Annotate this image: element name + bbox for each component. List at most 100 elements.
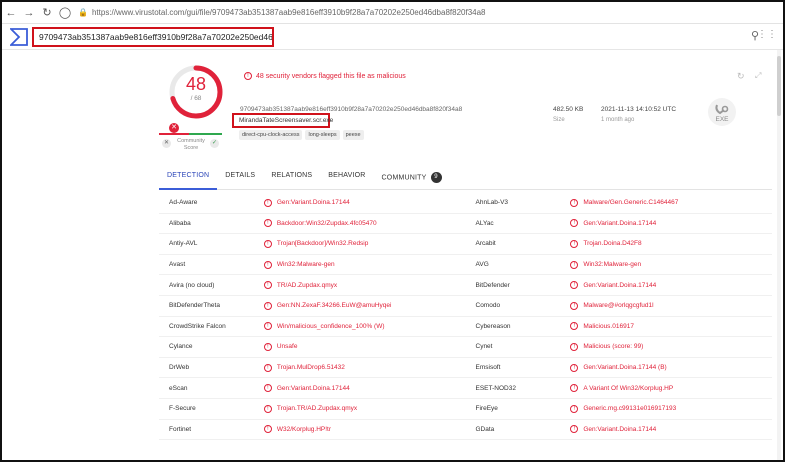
tag[interactable]: peexe <box>342 130 364 140</box>
file-tags: direct-cpu-clock-access long-sleeps peex… <box>239 130 364 140</box>
detection-result: ! Trojan.Doina.D42F8 <box>570 239 772 248</box>
vendor-name: FireEye <box>475 405 498 413</box>
report-tabs: DETECTION DETAILS RELATIONS BEHAVIOR COM… <box>159 162 772 190</box>
detection-result: ! W32/Korplug.HP!tr <box>263 425 466 434</box>
vendor-name: F-Secure <box>169 405 196 413</box>
vendor-name: Ad-Aware <box>169 199 198 207</box>
detection-label: Backdoor:Win32/Zupdax.4fc05470 <box>276 219 377 227</box>
vendor-name: GData <box>475 425 495 433</box>
alert-icon: ! <box>570 198 579 207</box>
detection-label: Gen:Variant.Doina.17144 <box>583 281 657 289</box>
tab-relations[interactable]: RELATIONS <box>263 162 320 190</box>
reload-icon[interactable]: ↻ <box>38 6 56 19</box>
detection-label: Trojan[Backdoor]/Win32.Redsip <box>276 240 369 248</box>
detection-label: Generic.mg.c99131e016917193 <box>583 405 677 413</box>
table-row: Alibaba! Backdoor:Win32/Zupdax.4fc05470 AL… <box>159 214 772 235</box>
detection-result: ! Gen:Variant.Doina.17144 <box>263 384 466 393</box>
detection-result: ! Gen:Variant.Doina.17144 (B) <box>570 363 772 372</box>
vendor-name: Fortinet <box>169 425 192 433</box>
similar-files-icon[interactable]: ⤢ <box>755 71 761 81</box>
alert-icon: ! <box>570 342 579 351</box>
community-count-badge: 9 <box>430 172 442 183</box>
shield-icon: ◯ <box>58 7 72 19</box>
table-row: Cylance! Unsafe Cynet! Malicious (score: 99… <box>159 337 772 358</box>
detection-label: TR/AD.Zupdax.qmyx <box>276 281 338 289</box>
detection-result: ! Gen:NN.ZexaF.34266.EuW@amuHyqei <box>263 301 466 310</box>
alert-icon: ! <box>570 425 579 434</box>
detection-result: ! Gen:Variant.Doina.17144 <box>570 281 772 290</box>
vendor-name: BitDefender <box>475 281 510 289</box>
virustotal-logo-icon[interactable] <box>10 28 28 46</box>
alert-icon: ! <box>263 301 272 310</box>
address-bar[interactable]: 🔒 https://www.virustotal.com/gui/file/97… <box>78 8 485 17</box>
alert-icon: ! <box>263 260 272 269</box>
tab-behavior[interactable]: BEHAVIOR <box>320 162 373 190</box>
tab-details[interactable]: DETAILS <box>217 162 263 190</box>
detection-label: A Variant Of Win32/Korplug.HP <box>583 384 674 392</box>
back-icon[interactable]: ← <box>2 7 20 19</box>
file-name: MirandaTateScreensaver.scr.exe <box>232 113 333 128</box>
detection-label: Win/malicious_confidence_100% (W) <box>276 322 385 330</box>
detection-result: ! Gen:Variant.Doina.17144 <box>263 198 466 207</box>
analysis-age: 1 month ago <box>601 117 635 123</box>
detection-result: ! TR/AD.Zupdax.qmyx <box>263 281 466 290</box>
vendor-name: DrWeb <box>169 364 190 372</box>
alert-icon: ! <box>263 239 272 248</box>
reanalyze-icon[interactable]: ↻ <box>737 71 745 82</box>
detection-result: ! Backdoor:Win32/Zupdax.4fc05470 <box>263 219 466 228</box>
alert-text: 48 security vendors flagged this file as… <box>256 72 406 80</box>
alert-icon: ! <box>570 260 579 269</box>
alert-icon: ! <box>263 404 272 413</box>
exe-file-icon <box>708 98 736 126</box>
vote-harmless-icon[interactable]: ✓ <box>210 139 219 148</box>
file-type-label: EXE <box>715 116 729 123</box>
warning-icon: ! <box>244 72 252 80</box>
table-row: Avast! Win32:Malware-gen AVG! Win32:Malware… <box>159 255 772 276</box>
table-row: eScan! Gen:Variant.Doina.17144 ESET-NOD32!… <box>159 378 772 399</box>
detection-label: Trojan.MulDrop6.51432 <box>276 364 345 372</box>
vendor-name: Cybereason <box>475 322 511 330</box>
vendor-name: Emsisoft <box>475 364 501 372</box>
detection-result: ! Win/malicious_confidence_100% (W) <box>263 322 466 331</box>
lock-icon: 🔒 <box>78 8 88 17</box>
detection-result: ! Trojan.TR/AD.Zupdax.qmyx <box>263 404 466 413</box>
detection-result: ! Generic.mg.c99131e016917193 <box>570 404 772 413</box>
detection-result: ! Malware/Gen.Generic.C1464467 <box>570 198 772 207</box>
detection-result: ! Unsafe <box>263 342 466 351</box>
address-text: https://www.virustotal.com/gui/file/9709… <box>91 8 486 17</box>
alert-icon: ! <box>263 363 272 372</box>
detection-table: Ad-Aware! Gen:Variant.Doina.17144 AhnLab-V… <box>159 193 772 441</box>
table-row: Avira (no cloud)! TR/AD.Zupdax.qmyx BitDef… <box>159 275 772 296</box>
tab-detection[interactable]: DETECTION <box>159 162 218 190</box>
alert-icon: ! <box>263 198 272 207</box>
community-score-bar <box>159 133 222 135</box>
table-row: Fortinet! W32/Korplug.HP!tr GData! Gen:Vari… <box>159 420 772 441</box>
file-size-label: Size <box>553 117 565 123</box>
alert-icon: ! <box>263 342 272 351</box>
forward-icon[interactable]: → <box>20 7 38 19</box>
vote-malicious-icon[interactable]: ✕ <box>162 139 171 148</box>
table-row: CrowdStrike Falcon! Win/malicious_confide… <box>159 317 772 338</box>
analysis-date: 2021-11-13 14:10:52 UTC <box>601 106 677 113</box>
malicious-alert: ! 48 security vendors flagged this file … <box>244 72 406 80</box>
detection-count: 48 <box>185 74 207 94</box>
tag[interactable]: long-sleeps <box>305 130 340 140</box>
vendor-name: BitDefenderTheta <box>169 302 220 310</box>
tab-community[interactable]: COMMUNITY 9 <box>374 162 450 190</box>
alert-icon: ! <box>263 425 272 434</box>
scrollbar-thumb[interactable] <box>777 56 781 116</box>
tag[interactable]: direct-cpu-clock-access <box>239 130 303 140</box>
alert-icon: ! <box>570 219 579 228</box>
vendor-name: Antiy-AVL <box>169 240 198 248</box>
detection-label: Malicious (score: 99) <box>583 343 644 351</box>
vendor-name: ALYac <box>475 219 494 227</box>
vendor-name: ESET-NOD32 <box>475 384 516 392</box>
apps-grid-icon[interactable]: ⋮⋮ <box>757 29 777 40</box>
detection-label: Gen:Variant.Doina.17144 <box>583 219 657 227</box>
vendor-name: Cynet <box>475 343 493 351</box>
search-input[interactable]: 9709473ab351387aab9e816eff3910b9f28a7a70… <box>32 27 274 47</box>
detection-result: ! Malicious.016917 <box>570 322 772 331</box>
detection-label: Malware@#orlqgcgfud1l <box>583 302 654 310</box>
scrollbar[interactable] <box>777 50 781 460</box>
detection-result: ! Malicious (score: 99) <box>570 342 772 351</box>
